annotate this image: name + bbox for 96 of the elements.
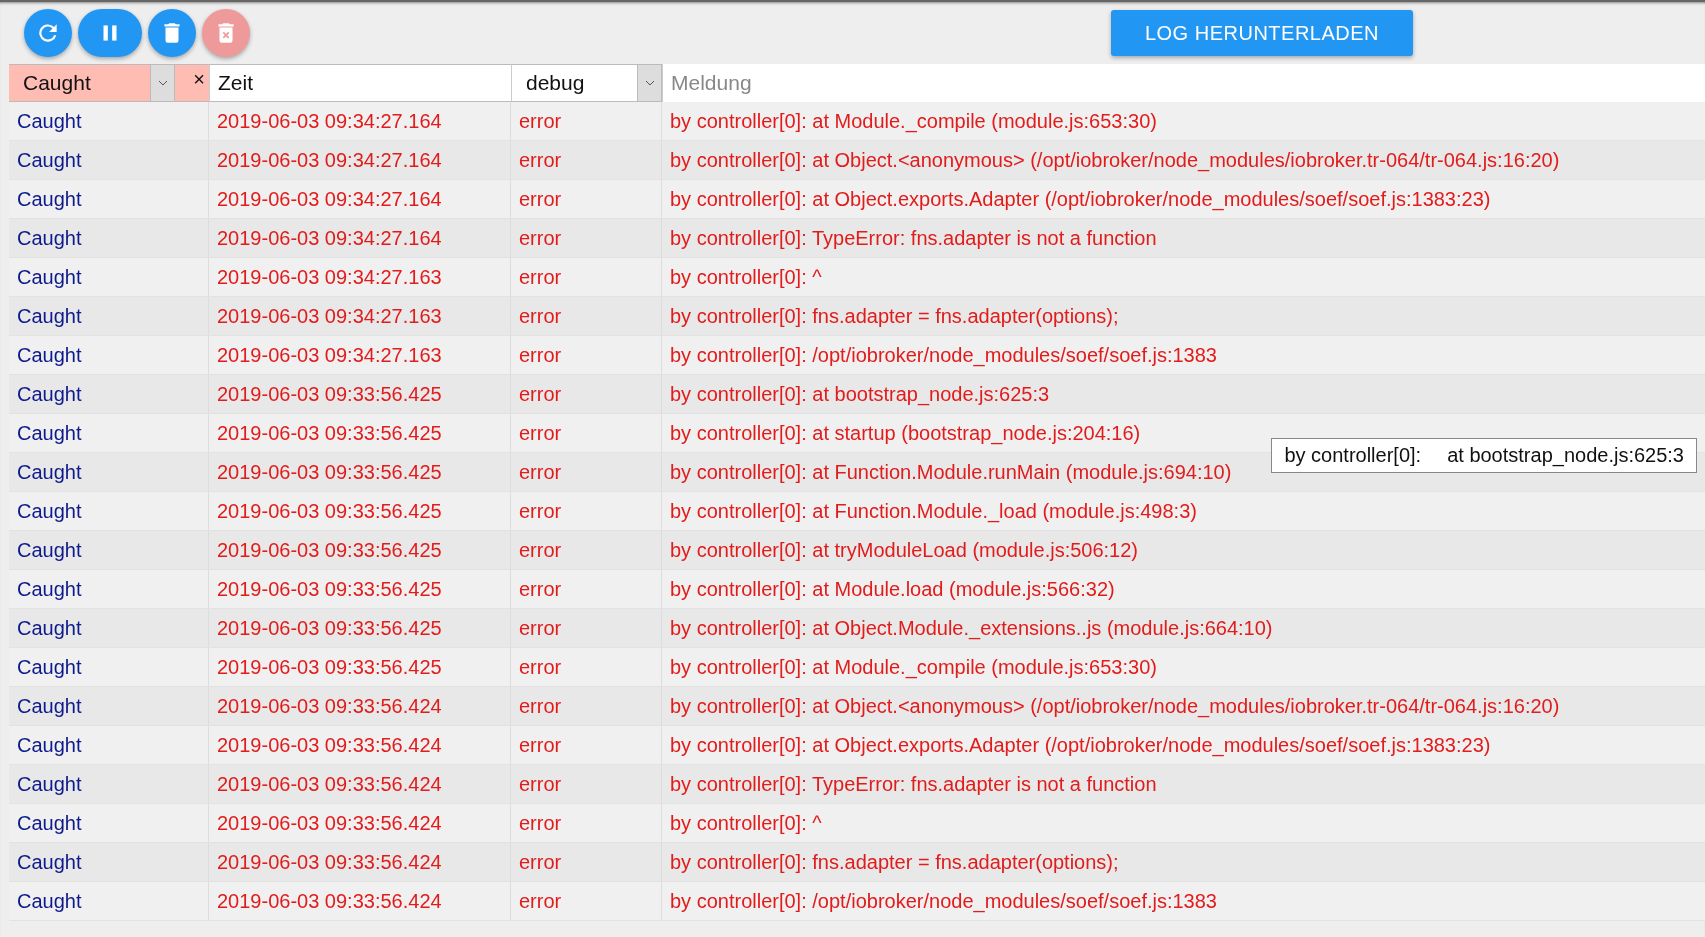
tooltip-text: at bootstrap_node.js:625:3 [1447, 444, 1684, 467]
source-cell: Caught [9, 336, 209, 374]
source-cell: Caught [9, 414, 209, 452]
source-cell: Caught [9, 726, 209, 764]
source-cell: Caught [9, 375, 209, 413]
time-cell: 2019-06-03 09:33:56.424 [209, 843, 511, 881]
severity-cell: error [511, 492, 662, 530]
severity-filter-select[interactable]: debug [526, 71, 637, 95]
time-cell: 2019-06-03 09:33:56.425 [209, 570, 511, 608]
severity-cell: error [511, 843, 662, 881]
message-cell-text: by controller[0]: at Object.Module._extensions..js (module.js:664:10) [669, 615, 1273, 642]
message-cell-text: by controller[0]: fns.adapter = fns.adapter(options); [669, 849, 1119, 875]
source-cell: Caught [9, 570, 209, 608]
time-cell: 2019-06-03 09:33:56.424 [209, 804, 511, 842]
message-cell-text: by controller[0]: /opt/iobroker/node_modules/soef/soef.js:1383 [669, 888, 1217, 915]
severity-cell: error [511, 531, 662, 569]
chevron-down-icon [644, 80, 655, 86]
time-cell: 2019-06-03 09:33:56.424 [209, 687, 511, 725]
source-cell: Caught [9, 453, 209, 491]
severity-cell: error [511, 414, 662, 452]
time-cell: 2019-06-03 09:33:56.425 [209, 453, 511, 491]
time-cell: 2019-06-03 09:33:56.424 [209, 882, 511, 920]
message-cell-text: by controller[0]: at tryModuleLoad (module.js:506:12) [669, 537, 1139, 563]
refresh-button[interactable] [24, 9, 72, 57]
severity-cell: error [511, 765, 662, 803]
time-cell: 2019-06-03 09:33:56.424 [209, 726, 511, 764]
time-cell: 2019-06-03 09:34:27.164 [209, 219, 511, 257]
source-cell: Caught [9, 843, 209, 881]
severity-cell: error [511, 180, 662, 218]
time-filter-field[interactable]: Zeit [209, 64, 511, 102]
source-cell: Caught [9, 882, 209, 920]
time-cell: 2019-06-03 09:33:56.425 [209, 414, 511, 452]
severity-cell: error [511, 102, 662, 140]
message-cell-text: by controller[0]: at Module._compile (module.js:653:30) [669, 654, 1157, 681]
time-cell: 2019-06-03 09:33:56.424 [209, 765, 511, 803]
message-cell-text: by controller[0]: at Module.load (module.js:566:32) [669, 576, 1115, 602]
source-cell: Caught [9, 219, 209, 257]
source-cell: Caught [9, 297, 209, 335]
source-cell: Caught [9, 804, 209, 842]
time-cell: 2019-06-03 09:34:27.164 [209, 102, 511, 140]
severity-cell: error [511, 570, 662, 608]
severity-cell: error [511, 141, 662, 179]
source-cell: Caught [9, 180, 209, 218]
clear-filter-button[interactable]: × [175, 65, 209, 101]
source-cell: Caught [9, 141, 209, 179]
delete-button[interactable] [148, 9, 196, 57]
source-cell: Caught [9, 258, 209, 296]
chevron-down-icon [157, 80, 168, 86]
source-cell: Caught [9, 531, 209, 569]
message-cell-text: by controller[0]: TypeError: fns.adapter is not a function [669, 771, 1157, 797]
severity-cell: error [511, 804, 662, 842]
severity-cell: error [511, 375, 662, 413]
time-cell: 2019-06-03 09:33:56.425 [209, 492, 511, 530]
message-cell-text: by controller[0]: at Function.Module._load (module.js:498:3) [669, 498, 1197, 525]
message-cell-text: by controller[0]: at Object.exports.Adapter (/opt/iobroker/node_modules/soef/soef.js:1383:23) [669, 186, 1491, 213]
severity-cell: error [511, 609, 662, 647]
time-cell: 2019-06-03 09:33:56.425 [209, 375, 511, 413]
message-cell-text: by controller[0]: fns.adapter = fns.adapter(options); [669, 303, 1119, 329]
message-cell-text: by controller[0]: at bootstrap_node.js:625:3 [669, 381, 1050, 408]
time-cell: 2019-06-03 09:33:56.425 [209, 609, 511, 647]
severity-cell: error [511, 687, 662, 725]
message-cell-text: by controller[0]: at Module._compile (module.js:653:30) [669, 108, 1157, 135]
pause-button[interactable] [78, 9, 142, 57]
time-cell: 2019-06-03 09:34:27.164 [209, 141, 511, 179]
severity-cell: error [511, 882, 662, 920]
severity-cell: error [511, 297, 662, 335]
source-cell: Caught [9, 492, 209, 530]
severity-cell: error [511, 219, 662, 257]
severity-cell: error [511, 726, 662, 764]
source-cell: Caught [9, 609, 209, 647]
source-cell: Caught [9, 765, 209, 803]
message-filter-field[interactable]: Meldung [662, 64, 1705, 102]
source-cell: Caught [9, 687, 209, 725]
severity-cell: error [511, 648, 662, 686]
source-cell: Caught [9, 102, 209, 140]
message-cell-text: by controller[0]: /opt/iobroker/node_modules/soef/soef.js:1383 [669, 342, 1217, 369]
message-cell-text: by controller[0]: at Object.exports.Adapter (/opt/iobroker/node_modules/soef/soef.js:1383:23) [669, 732, 1491, 759]
message-cell-text: by controller[0]: at Object.<anonymous> (/opt/iobroker/node_modules/iobroker.tr-064/tr-064.js:16:20) [669, 693, 1560, 720]
time-cell: 2019-06-03 09:34:27.163 [209, 297, 511, 335]
source-filter-select[interactable]: Caught [23, 71, 150, 95]
severity-cell: error [511, 258, 662, 296]
message-cell-text: by controller[0]: TypeError: fns.adapter is not a function [669, 225, 1157, 251]
time-cell: 2019-06-03 09:33:56.425 [209, 648, 511, 686]
tooltip-source: by controller[0]: [1284, 444, 1422, 467]
message-cell-text: by controller[0]: ^ [669, 810, 822, 836]
time-cell: 2019-06-03 09:33:56.425 [209, 531, 511, 569]
time-cell: 2019-06-03 09:34:27.163 [209, 258, 511, 296]
message-cell-text: by controller[0]: at Object.<anonymous> (/opt/iobroker/node_modules/iobroker.tr-064/tr-064.js:16:20) [669, 147, 1560, 174]
message-cell-text: by controller[0]: ^ [669, 264, 822, 290]
source-cell: Caught [9, 648, 209, 686]
message-cell-text: by controller[0]: at startup (bootstrap_node.js:204:16) [669, 420, 1141, 447]
time-cell: 2019-06-03 09:34:27.163 [209, 336, 511, 374]
time-cell: 2019-06-03 09:34:27.164 [209, 180, 511, 218]
severity-cell: error [511, 336, 662, 374]
message-cell-text: by controller[0]: at Function.Module.runMain (module.js:694:10) [669, 459, 1232, 485]
severity-cell: error [511, 453, 662, 491]
